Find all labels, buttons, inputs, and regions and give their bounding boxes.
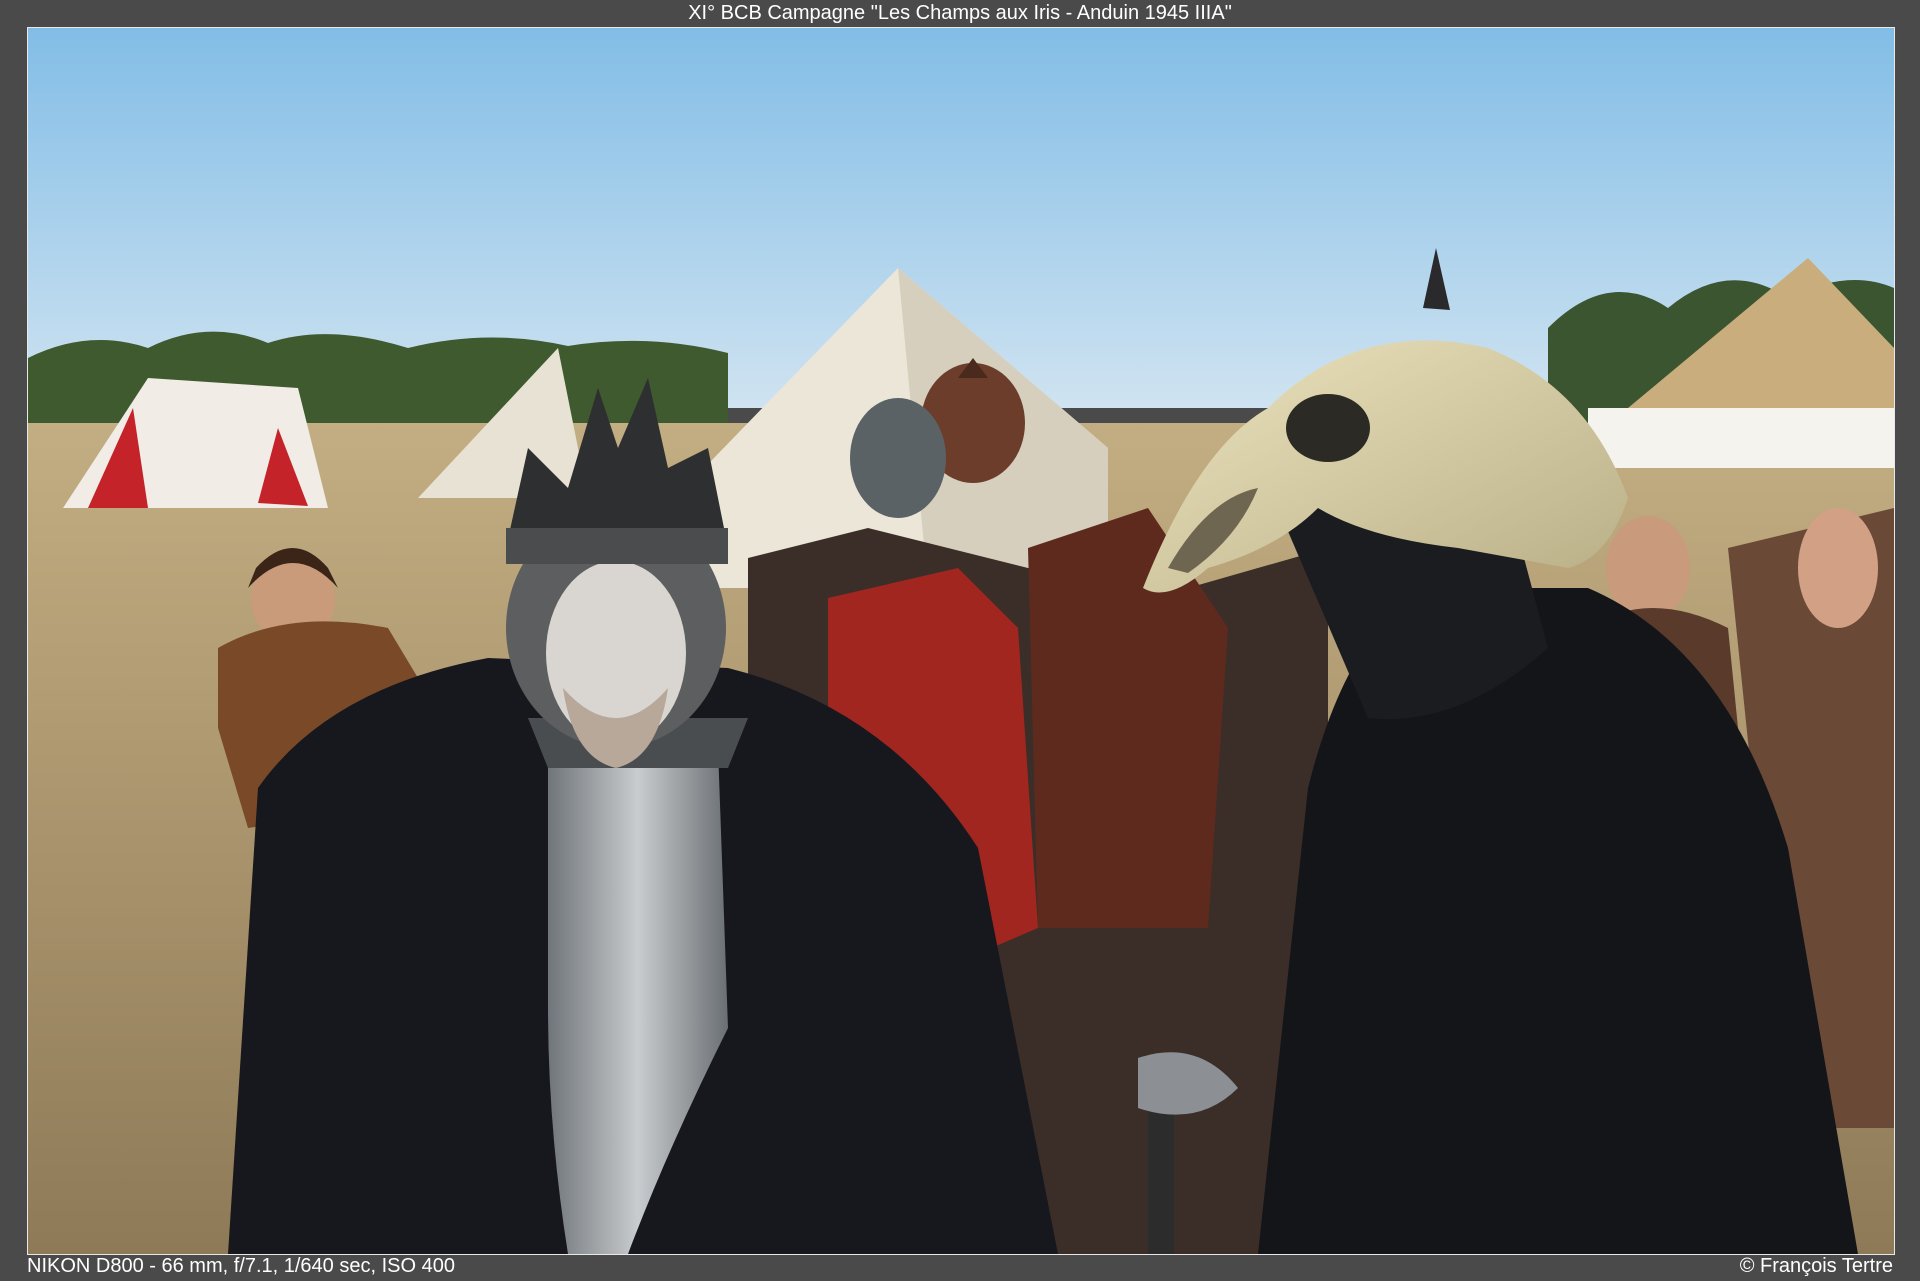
crown-band <box>506 528 728 564</box>
canopy-right <box>1588 408 1894 468</box>
photo-title: XI° BCB Campagne "Les Champs aux Iris - … <box>688 2 1232 24</box>
photo-frame: XI° BCB Campagne "Les Champs aux Iris - … <box>0 0 1920 1281</box>
pale-face <box>546 561 686 745</box>
photo <box>27 27 1895 1255</box>
photo-credit: © François Tertre <box>1739 1255 1893 1277</box>
camera-exif: NIKON D800 - 66 mm, f/7.1, 1/640 sec, IS… <box>27 1255 455 1277</box>
skull-eye-socket <box>1286 394 1370 462</box>
